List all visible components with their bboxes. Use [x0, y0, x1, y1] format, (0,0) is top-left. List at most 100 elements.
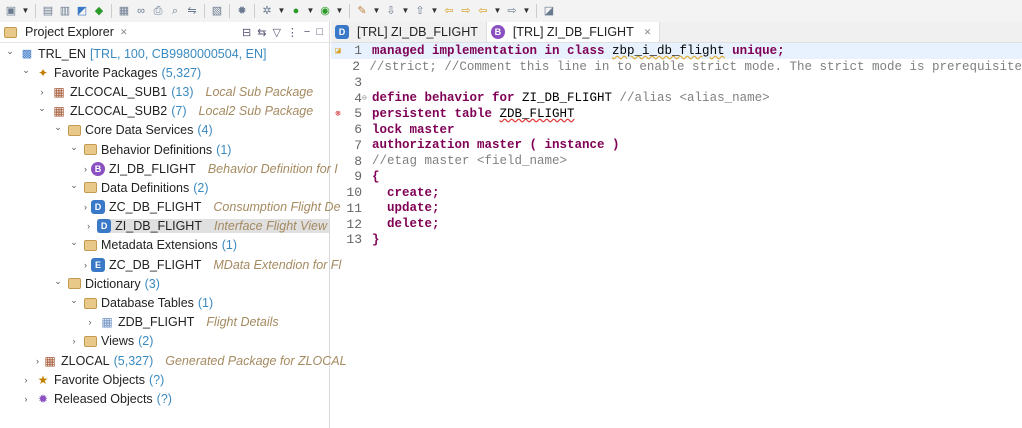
- pen-icon[interactable]: ✎: [355, 4, 369, 18]
- run-icon[interactable]: ●: [289, 4, 303, 18]
- maximize-icon[interactable]: □: [316, 26, 323, 39]
- open-project-icon[interactable]: ◩: [75, 4, 89, 18]
- code-line[interactable]: 9{: [331, 169, 1022, 185]
- chevron-right-icon[interactable]: ›: [84, 221, 93, 231]
- code-line[interactable]: 7 authorization master ( instance ): [331, 138, 1022, 154]
- checkin-icon[interactable]: ▧: [210, 4, 224, 18]
- tree-item-content[interactable]: D ZC_DB_FLIGHT Consumption Flight De: [91, 200, 341, 215]
- tree-item-content[interactable]: ▦ ZLCOCAL_SUB2 (7) Local2 Sub Package: [52, 104, 313, 118]
- forward-icon[interactable]: ⇨: [505, 4, 519, 18]
- chevron-down-icon[interactable]: ⌄: [52, 122, 64, 133]
- tree-item-content[interactable]: Behavior Definitions (1): [84, 143, 231, 157]
- tree-item[interactable]: ⌄ Dictionary (3): [0, 274, 329, 293]
- chevron-down-icon[interactable]: ⌄: [68, 237, 80, 248]
- save-all-icon[interactable]: ▥: [58, 4, 72, 18]
- tree-item[interactable]: ⌄ ▦ ZLCOCAL_SUB2 (7) Local2 Sub Package: [0, 102, 329, 121]
- tree-item[interactable]: › ▦ ZLOCAL (5,327) Generated Package for ZLO…: [0, 351, 347, 370]
- editor-tab[interactable]: B [TRL] ZI_DB_FLIGHT ✕: [485, 22, 661, 42]
- chevron-right-icon[interactable]: ›: [84, 317, 96, 327]
- tree-item-content[interactable]: ✦ Favorite Packages (5,327): [36, 66, 201, 80]
- code-line[interactable]: 12 delete;: [331, 216, 1022, 232]
- tree-item[interactable]: › E ZC_DB_FLIGHT MData Extendion for Fl: [0, 255, 341, 274]
- tree-item-content[interactable]: ▦ ZDB_FLIGHT Flight Details: [100, 315, 278, 329]
- link-with-editor-icon[interactable]: ⇆: [257, 26, 266, 39]
- close-view-icon[interactable]: ✕: [120, 27, 128, 38]
- chevron-right-icon[interactable]: ›: [84, 164, 87, 174]
- dropdown-arrow-icon[interactable]: ▼: [335, 4, 344, 18]
- chevron-down-icon[interactable]: ⌄: [36, 103, 48, 114]
- tree-item-content[interactable]: ★ Favorite Objects (?): [36, 373, 165, 387]
- tree-item[interactable]: ⌄ Metadata Extensions (1): [0, 236, 329, 255]
- tree-item-content[interactable]: Data Definitions (2): [84, 181, 209, 195]
- fold-icon[interactable]: ⊖: [362, 93, 372, 103]
- tree-item-content[interactable]: ▩ TRL_EN [TRL, 100, CB9980000504, EN]: [20, 47, 267, 61]
- code-line[interactable]: ◪ 1 managed implementation in class zbp_i_…: [331, 43, 1022, 59]
- chevron-right-icon[interactable]: ›: [20, 394, 32, 404]
- tree-item[interactable]: › B ZI_DB_FLIGHT Behavior Definition for I: [0, 159, 338, 178]
- code-editor[interactable]: ◪ 1 managed implementation in class zbp_i_…: [331, 43, 1022, 248]
- close-tab-icon[interactable]: ✕: [644, 27, 652, 38]
- chevron-right-icon[interactable]: ›: [36, 87, 48, 97]
- tree-item[interactable]: ⌄ Database Tables (1): [0, 293, 329, 312]
- code-line[interactable]: 10 create;: [331, 185, 1022, 201]
- tree-item[interactable]: › ★ Favorite Objects (?): [0, 370, 329, 389]
- new-icon[interactable]: ▣: [4, 4, 18, 18]
- chevron-down-icon[interactable]: ⌄: [68, 180, 80, 191]
- back-edit-icon[interactable]: ⇦: [442, 4, 456, 18]
- chevron-down-icon[interactable]: ⌄: [68, 295, 80, 306]
- code-line[interactable]: ⊗ 5 persistent table ZDB_FLIGHT: [331, 106, 1022, 122]
- minimize-icon[interactable]: −: [304, 26, 310, 39]
- next-annotation-icon[interactable]: ⇩: [384, 4, 398, 18]
- tree-item[interactable]: › D ZC_DB_FLIGHT Consumption Flight De: [0, 198, 341, 217]
- link-icon[interactable]: ∞: [134, 4, 148, 18]
- dropdown-arrow-icon[interactable]: ▼: [372, 4, 381, 18]
- code-line[interactable]: 4 ⊖ define behavior for ZI_DB_FLIGHT //ali…: [331, 90, 1022, 106]
- dropdown-arrow-icon[interactable]: ▼: [493, 4, 502, 18]
- chevron-right-icon[interactable]: ›: [84, 202, 87, 212]
- tree-item[interactable]: › D ZI_DB_FLIGHT Interface Flight View: [0, 217, 329, 236]
- forward-edit-icon[interactable]: ⇨: [459, 4, 473, 18]
- package-icon[interactable]: ▦: [117, 4, 131, 18]
- search-icon[interactable]: ⌕: [168, 4, 182, 18]
- dropdown-arrow-icon[interactable]: ▼: [430, 4, 439, 18]
- code-line[interactable]: 3: [331, 75, 1022, 91]
- tree-item[interactable]: ⌄ Core Data Services (4): [0, 121, 329, 140]
- dropdown-arrow-icon[interactable]: ▼: [401, 4, 410, 18]
- external-tools-icon[interactable]: ◉: [318, 4, 332, 18]
- open-perspective-icon[interactable]: ◪: [542, 4, 556, 18]
- tree-item[interactable]: ⌄ Behavior Definitions (1): [0, 140, 329, 159]
- code-line[interactable]: 6 lock master: [331, 122, 1022, 138]
- dropdown-arrow-icon[interactable]: ▼: [522, 4, 531, 18]
- chevron-down-icon[interactable]: ⌄: [20, 65, 32, 76]
- dropdown-arrow-icon[interactable]: ▼: [277, 4, 286, 18]
- prev-annotation-icon[interactable]: ⇧: [413, 4, 427, 18]
- chevron-right-icon[interactable]: ›: [68, 336, 80, 346]
- debug-settings-icon[interactable]: ✹: [235, 4, 249, 18]
- chevron-down-icon[interactable]: ⌄: [4, 46, 16, 57]
- chevron-right-icon[interactable]: ›: [20, 375, 32, 385]
- tree-item-content[interactable]: Core Data Services (4): [68, 123, 213, 137]
- tree-item[interactable]: › Views (2): [0, 332, 329, 351]
- tree-item-content[interactable]: Views (2): [84, 334, 153, 348]
- tree-item-content[interactable]: Database Tables (1): [84, 296, 213, 310]
- print-icon[interactable]: ⎙: [151, 4, 165, 18]
- tree-item-content[interactable]: Metadata Extensions (1): [84, 238, 237, 252]
- code-line[interactable]: 2 //strict; //Comment this line in to ena…: [331, 59, 1022, 75]
- tree-item-content[interactable]: B ZI_DB_FLIGHT Behavior Definition for I: [91, 161, 338, 176]
- tree-item-content[interactable]: ▦ ZLCOCAL_SUB1 (13) Local Sub Package: [52, 85, 313, 99]
- tree-item-content[interactable]: ✹ Released Objects (?): [36, 392, 172, 406]
- tree-item-content[interactable]: E ZC_DB_FLIGHT MData Extendion for Fl: [91, 257, 341, 272]
- tree-item[interactable]: ⌄ Data Definitions (2): [0, 178, 329, 197]
- tree-item[interactable]: › ▦ ZLCOCAL_SUB1 (13) Local Sub Package: [0, 82, 329, 101]
- chevron-down-icon[interactable]: ⌄: [52, 276, 64, 287]
- dropdown-arrow-icon[interactable]: ▼: [21, 4, 30, 18]
- debug-icon[interactable]: ✲: [260, 4, 274, 18]
- chevron-right-icon[interactable]: ›: [36, 356, 39, 366]
- tree-item-content[interactable]: Dictionary (3): [68, 277, 160, 291]
- tree-item[interactable]: ⌄ ✦ Favorite Packages (5,327): [0, 63, 329, 82]
- run-abap-icon[interactable]: ◆: [92, 4, 106, 18]
- tree-item-content[interactable]: D ZI_DB_FLIGHT Interface Flight View: [97, 219, 329, 234]
- dropdown-arrow-icon[interactable]: ▼: [306, 4, 315, 18]
- chevron-right-icon[interactable]: ›: [84, 260, 87, 270]
- tree-item[interactable]: › ✹ Released Objects (?): [0, 389, 329, 408]
